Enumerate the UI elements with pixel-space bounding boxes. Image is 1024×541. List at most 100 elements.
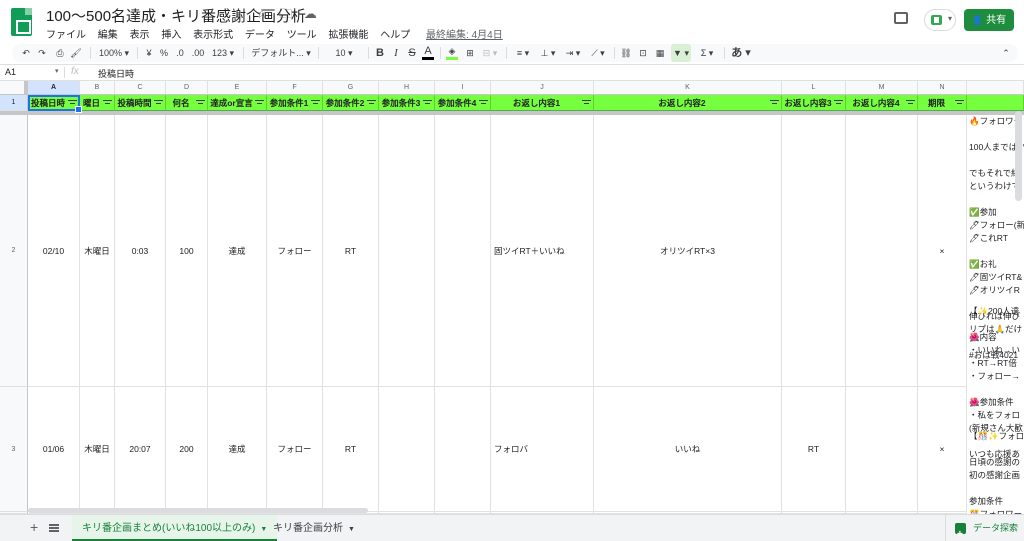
vertical-align-icon[interactable]: ⊥ ▾: [537, 44, 559, 62]
insert-comment-icon[interactable]: ⊡: [637, 44, 649, 62]
cell-j3[interactable]: フォロバ: [491, 387, 594, 512]
filter-icon[interactable]: [906, 99, 915, 106]
menu-tools[interactable]: ツール: [287, 26, 317, 41]
cell-h3[interactable]: [379, 387, 435, 512]
column-header-b[interactable]: B: [80, 81, 115, 95]
cell-a3[interactable]: 01/06: [28, 387, 80, 512]
menu-data[interactable]: データ: [245, 26, 275, 41]
header-cell-m[interactable]: お返し内容4: [846, 95, 918, 111]
undo-icon[interactable]: ↶: [20, 44, 32, 62]
font-family-select[interactable]: デフォルト... ▾: [249, 44, 313, 62]
explore-button[interactable]: データ探索: [945, 515, 1024, 541]
meet-button[interactable]: ▾: [924, 9, 956, 31]
zoom-select[interactable]: 100% ▾: [96, 44, 132, 62]
filter-icon[interactable]: [955, 99, 964, 106]
cell-b3[interactable]: 木曜日: [80, 387, 115, 512]
header-cell-h[interactable]: 参加条件3: [379, 95, 435, 111]
column-header-d[interactable]: D: [166, 81, 208, 95]
header-cell-b[interactable]: 曜日: [80, 95, 115, 111]
menu-insert[interactable]: 挿入: [161, 26, 181, 41]
functions-select[interactable]: Σ ▾: [696, 44, 718, 62]
strikethrough-button[interactable]: S: [406, 44, 418, 62]
header-cell-d[interactable]: 何名: [166, 95, 208, 111]
header-cell-j[interactable]: お返し内容1: [491, 95, 594, 111]
header-cell-l[interactable]: お返し内容3: [782, 95, 846, 111]
text-wrap-icon[interactable]: ⇥ ▾: [562, 44, 584, 62]
fill-color-icon[interactable]: ◈: [446, 44, 458, 60]
header-cell-a[interactable]: 投稿日時: [28, 95, 80, 111]
menu-file[interactable]: ファイル: [46, 26, 86, 41]
column-header-g[interactable]: G: [323, 81, 379, 95]
cell-f2[interactable]: フォロー: [267, 115, 323, 387]
column-header-overflow[interactable]: [967, 81, 1024, 95]
filter-icon[interactable]: [834, 99, 843, 106]
cell-l2[interactable]: [782, 115, 846, 387]
column-header-h[interactable]: H: [379, 81, 435, 95]
merge-cells-icon[interactable]: ⊟ ▾: [480, 44, 500, 62]
header-cell-i[interactable]: 参加条件4: [435, 95, 491, 111]
filter-icon[interactable]: [103, 99, 112, 106]
borders-icon[interactable]: ⊞: [464, 44, 476, 62]
cell-f3[interactable]: フォロー: [267, 387, 323, 512]
star-icon[interactable]: ☆: [256, 6, 268, 22]
cloud-status-icon[interactable]: ☁: [304, 6, 317, 22]
font-size-select[interactable]: 10 ▾: [324, 44, 364, 62]
cell-i2[interactable]: [435, 115, 491, 387]
filter-icon[interactable]: [770, 99, 779, 106]
cell-k3[interactable]: いいね: [594, 387, 782, 512]
add-sheet-icon[interactable]: +: [30, 519, 38, 535]
column-header-f[interactable]: F: [267, 81, 323, 95]
menu-extensions[interactable]: 拡張機能: [328, 26, 368, 41]
menu-edit[interactable]: 編集: [98, 26, 118, 41]
last-edit-link[interactable]: 最終編集: 4月4日: [426, 26, 503, 41]
spreadsheet-grid[interactable]: ABCDEFGHIJKLMN 123 投稿日時 曜日 投稿時間 何名 達成or宣言 参加条…: [0, 81, 1024, 514]
column-header-m[interactable]: M: [846, 81, 918, 95]
move-folder-icon[interactable]: 🗀: [279, 5, 292, 27]
overflow-cell-row4[interactable]: 【🎊✨フォロ日頃の感謝の初の感謝企画参加条件🎊フォロワー🎊いいね: [967, 430, 1024, 514]
collapse-menu-icon[interactable]: ⌃: [1000, 44, 1012, 62]
column-header-i[interactable]: I: [435, 81, 491, 95]
formula-input[interactable]: 投稿日時: [98, 67, 134, 80]
input-tools-select[interactable]: あ ▾: [730, 44, 752, 62]
chevron-down-icon[interactable]: ▾: [55, 67, 59, 75]
print-icon[interactable]: ⎙: [54, 44, 66, 62]
cell-c2[interactable]: 0:03: [115, 115, 166, 387]
cell-d3[interactable]: 200: [166, 387, 208, 512]
cell-n2[interactable]: ×: [918, 115, 967, 387]
cell-m2[interactable]: [846, 115, 918, 387]
text-color-button[interactable]: A: [422, 44, 434, 60]
header-cell-c[interactable]: 投稿時間: [115, 95, 166, 111]
cell-b2[interactable]: 木曜日: [80, 115, 115, 387]
italic-button[interactable]: I: [390, 44, 402, 62]
vertical-scrollbar[interactable]: [1015, 111, 1022, 201]
header-cell-k[interactable]: お返し内容2: [594, 95, 782, 111]
cell-n3[interactable]: ×: [918, 387, 967, 512]
horizontal-scrollbar[interactable]: [28, 508, 368, 513]
sheets-logo-icon[interactable]: [11, 8, 32, 36]
column-header-k[interactable]: K: [594, 81, 782, 95]
cell-g3[interactable]: RT: [323, 387, 379, 512]
share-button[interactable]: 👤 共有: [964, 9, 1014, 31]
filter-icon[interactable]: [68, 99, 77, 106]
menu-help[interactable]: ヘルプ: [380, 26, 410, 41]
header-cell-e[interactable]: 達成or宣言: [208, 95, 267, 111]
insert-link-icon[interactable]: ⛓: [620, 44, 632, 62]
cell-i3[interactable]: [435, 387, 491, 512]
column-header-j[interactable]: J: [491, 81, 594, 95]
cell-d2[interactable]: 100: [166, 115, 208, 387]
column-header-a[interactable]: A: [28, 81, 80, 95]
all-sheets-menu-icon[interactable]: [49, 524, 59, 532]
column-header-n[interactable]: N: [918, 81, 967, 95]
increase-decimal-button[interactable]: .00: [190, 44, 206, 62]
cell-e2[interactable]: 達成: [208, 115, 267, 387]
filter-icon[interactable]: ▼ ▾: [671, 44, 691, 62]
filter-icon[interactable]: [154, 99, 163, 106]
filter-icon[interactable]: [582, 99, 591, 106]
cell-l3[interactable]: RT: [782, 387, 846, 512]
column-header-l[interactable]: L: [782, 81, 846, 95]
select-all-corner[interactable]: [0, 81, 28, 95]
row-header-3[interactable]: 3: [0, 387, 28, 512]
sheet-tab-kiriban-analysis[interactable]: キリ番企画分析 ▼: [263, 515, 365, 541]
menu-view[interactable]: 表示: [130, 26, 150, 41]
header-cell-f[interactable]: 参加条件1: [267, 95, 323, 111]
